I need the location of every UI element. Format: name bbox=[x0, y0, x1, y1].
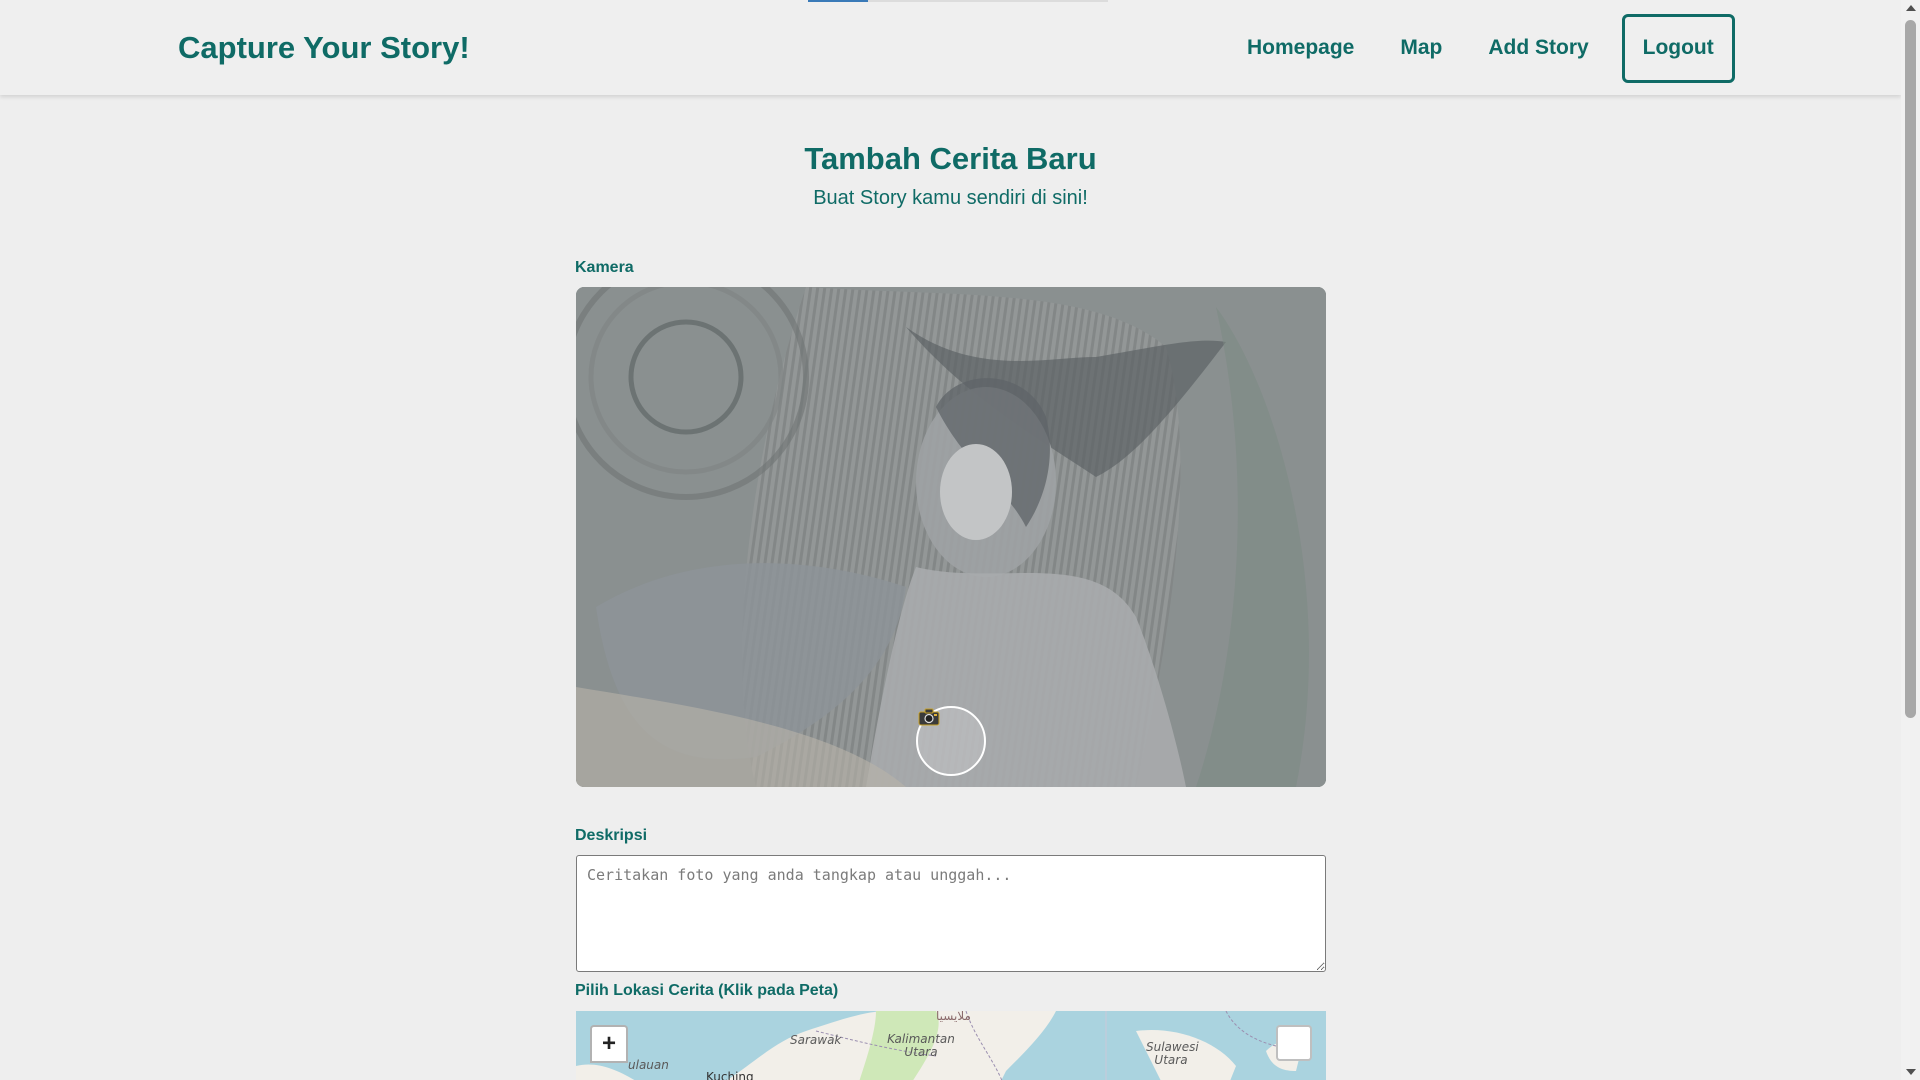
location-label: Pilih Lokasi Cerita (Klik pada Peta) bbox=[575, 982, 839, 999]
map-layer-control[interactable] bbox=[1276, 1025, 1312, 1061]
map-label-sulawesi-utara: Sulawesi Utara bbox=[1146, 1040, 1199, 1067]
map-label-kalimantan-utara: Kalimantan Utara bbox=[887, 1032, 955, 1059]
camera-icon bbox=[918, 708, 940, 726]
capture-button[interactable] bbox=[916, 706, 986, 776]
loading-indicator bbox=[808, 0, 1108, 2]
description-label: Deskripsi bbox=[575, 827, 648, 844]
main-nav: Homepage Map Add Story Logout bbox=[1247, 13, 1735, 83]
brand-title[interactable]: Capture Your Story! bbox=[178, 30, 470, 66]
camera-preview bbox=[576, 287, 1326, 787]
page: Capture Your Story! Homepage Map Add Sto… bbox=[0, 0, 1901, 1080]
scroll-thumb[interactable] bbox=[1905, 20, 1916, 718]
scroll-up-arrow-icon[interactable] bbox=[1906, 5, 1916, 11]
logout-button[interactable]: Logout bbox=[1621, 13, 1735, 83]
nav-add-story[interactable]: Add Story bbox=[1488, 36, 1588, 60]
camera-label: Kamera bbox=[575, 259, 634, 276]
page-scrollbar[interactable] bbox=[1901, 0, 1920, 1080]
map-label-kuching: Kuching bbox=[706, 1070, 754, 1080]
page-subtitle: Buat Story kamu sendiri di sini! bbox=[813, 187, 1088, 209]
map-zoom-in-button[interactable]: + bbox=[590, 1025, 628, 1063]
scroll-down-arrow-icon[interactable] bbox=[1906, 1069, 1916, 1075]
nav-homepage[interactable]: Homepage bbox=[1247, 36, 1354, 60]
location-map[interactable]: Sarawak Kuching Kalimantan Utara Sulawes… bbox=[576, 1011, 1326, 1080]
page-title: Tambah Cerita Baru bbox=[804, 141, 1097, 176]
description-textarea[interactable] bbox=[576, 855, 1326, 972]
site-header: Capture Your Story! Homepage Map Add Sto… bbox=[0, 0, 1901, 95]
map-label-sarawak: Sarawak bbox=[790, 1033, 842, 1047]
map-label-malaysia: ملايسيا bbox=[936, 1011, 971, 1023]
nav-map[interactable]: Map bbox=[1400, 36, 1442, 60]
map-label-pulauan: ulauan bbox=[628, 1058, 669, 1072]
